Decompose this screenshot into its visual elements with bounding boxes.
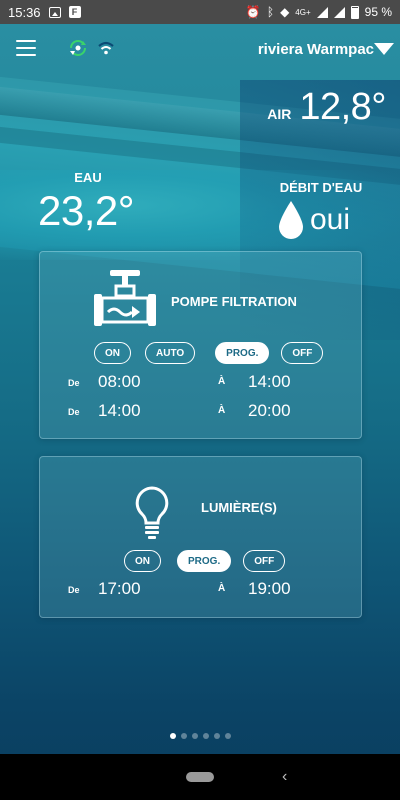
light-title: LUMIÈRE(S)	[201, 500, 277, 515]
app-screen: 15:36 F ⏰ ᛒ ◆ 4G+ 95 % riviera Warmpac A…	[0, 0, 400, 800]
start-time[interactable]: 17:00	[98, 579, 141, 599]
battery-icon	[350, 5, 359, 19]
water-drop-icon	[279, 201, 303, 239]
from-label: De	[68, 585, 80, 595]
water-temperature: EAU 23,2°	[38, 170, 148, 235]
pump-auto-button[interactable]: AUTO	[145, 342, 196, 364]
menu-icon[interactable]	[16, 40, 36, 56]
to-label: À	[218, 405, 226, 416]
pump-card: POMPE FILTRATION ON AUTO PROG. OFF De 08…	[39, 251, 362, 439]
status-time: 15:36	[8, 4, 41, 20]
page-indicator	[0, 733, 400, 739]
water-label: EAU	[74, 170, 102, 185]
pump-mode-buttons: ON AUTO PROG. OFF	[94, 342, 324, 364]
battery-level: 95 %	[364, 5, 392, 19]
network-type: 4G+	[295, 7, 311, 17]
light-on-button[interactable]: ON	[124, 550, 161, 572]
pump-prog-button[interactable]: PROG.	[215, 342, 270, 364]
to-label: À	[218, 583, 226, 594]
app-header: riviera Warmpac	[0, 24, 400, 74]
from-label: De	[68, 378, 80, 388]
brand-name[interactable]: riviera Warmpac	[258, 41, 374, 58]
pump-title: POMPE FILTRATION	[171, 294, 297, 309]
end-time[interactable]: 19:00	[248, 579, 291, 599]
page-dot[interactable]	[224, 733, 231, 739]
system-nav-bar: ‹	[0, 754, 400, 800]
brand-arrow-icon[interactable]	[374, 43, 394, 55]
pump-on-button[interactable]: ON	[94, 342, 131, 364]
light-bulb-icon	[135, 486, 169, 539]
pump-schedule-row[interactable]: De 08:00 À 14:00	[68, 372, 338, 396]
pump-off-button[interactable]: OFF	[281, 342, 324, 364]
wifi-icon	[98, 41, 114, 55]
page-dot[interactable]	[180, 733, 187, 739]
home-pill-icon[interactable]	[186, 772, 214, 782]
light-prog-button[interactable]: PROG.	[177, 550, 232, 572]
light-schedule-row[interactable]: De 17:00 À 19:00	[68, 579, 338, 603]
light-mode-buttons: ON PROG. OFF	[124, 550, 286, 572]
light-off-button[interactable]: OFF	[243, 550, 286, 572]
pump-schedule-row[interactable]: De 14:00 À 20:00	[68, 401, 338, 425]
water-flow-value: oui	[310, 203, 351, 236]
app-notification-icon: F	[68, 6, 81, 18]
image-notification-icon	[48, 6, 61, 18]
water-flow-label: DÉBIT D'EAU	[279, 180, 363, 195]
air-value: 12,8°	[299, 86, 386, 128]
water-value: 23,2°	[38, 187, 135, 234]
page-dot[interactable]	[213, 733, 220, 739]
end-time[interactable]: 14:00	[248, 372, 291, 392]
alarm-icon: ⏰	[245, 5, 261, 19]
water-flow: DÉBIT D'EAU oui	[266, 180, 376, 241]
start-time[interactable]: 14:00	[98, 401, 141, 421]
light-card: LUMIÈRE(S) ON PROG. OFF De 17:00 À 19:00	[39, 456, 362, 618]
start-time[interactable]: 08:00	[98, 372, 141, 392]
page-dot[interactable]	[202, 733, 209, 739]
to-label: À	[218, 376, 226, 387]
signal-icon	[316, 6, 328, 18]
air-temperature: AIR 12,8°	[267, 86, 386, 129]
page-dot[interactable]	[191, 733, 198, 739]
bluetooth-icon: ᛒ	[266, 5, 275, 19]
from-label: De	[68, 407, 80, 417]
sync-icon[interactable]	[68, 38, 88, 58]
end-time[interactable]: 20:00	[248, 401, 291, 421]
wifi-status-icon: ◆	[280, 5, 290, 19]
signal-icon-2	[333, 6, 345, 18]
back-icon[interactable]: ‹	[282, 768, 287, 786]
valve-icon	[94, 270, 156, 326]
air-label: AIR	[267, 106, 292, 122]
page-dot[interactable]	[169, 733, 176, 739]
status-bar: 15:36 F ⏰ ᛒ ◆ 4G+ 95 %	[0, 0, 400, 24]
